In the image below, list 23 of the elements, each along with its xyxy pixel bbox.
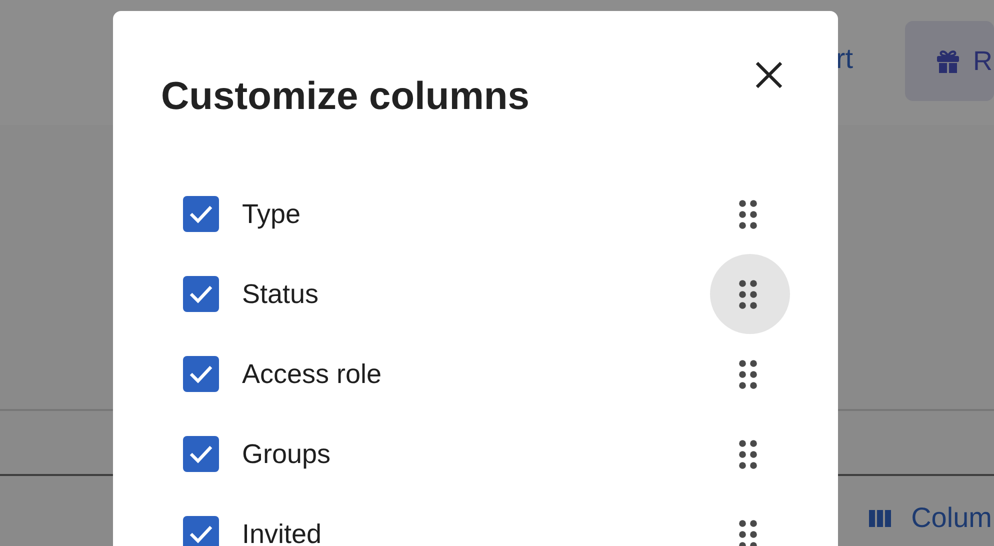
checkbox[interactable]: [183, 196, 219, 232]
checkbox[interactable]: [183, 276, 219, 312]
close-icon: [754, 60, 784, 90]
column-label: Type: [242, 198, 302, 230]
gift-icon: [935, 48, 961, 74]
checkbox[interactable]: [183, 516, 219, 546]
dialog-title: Customize columns: [161, 75, 530, 119]
checkbox[interactable]: [183, 356, 219, 392]
check-icon: [188, 364, 214, 384]
close-button[interactable]: [754, 60, 784, 90]
check-icon: [188, 524, 214, 544]
export-link[interactable]: rt: [836, 43, 853, 75]
check-icon: [188, 204, 214, 224]
column-label: Groups: [242, 438, 332, 470]
checkbox[interactable]: [183, 436, 219, 472]
columns-icon: [869, 510, 892, 526]
column-label: Invited: [242, 518, 323, 546]
header-button[interactable]: R: [905, 21, 994, 101]
column-label: Access role: [242, 358, 383, 390]
column-label: Status: [242, 278, 320, 310]
check-icon: [188, 444, 214, 464]
check-icon: [188, 284, 214, 304]
columns-button[interactable]: Colum: [869, 502, 992, 534]
